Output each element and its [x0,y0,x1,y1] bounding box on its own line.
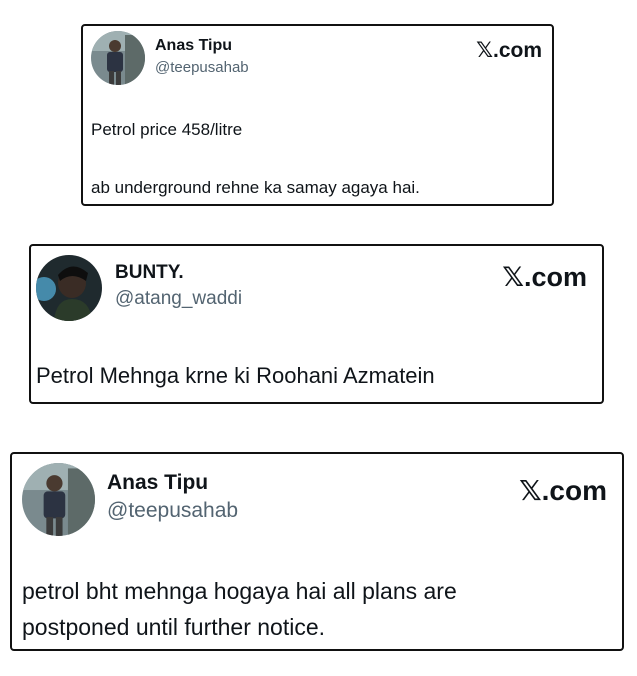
brand-domain: .com [523,262,587,292]
post-text-line-1: Petrol Mehnga krne ki Roohani Azmatein [36,363,435,388]
x-com-logo: 𝕏 .com [519,474,607,507]
avatar[interactable] [22,463,95,536]
x-com-logo: 𝕏 .com [502,262,587,293]
x-logo-icon: 𝕏 [519,474,542,507]
man-standing-photo-icon [91,31,145,85]
x-com-logo: 𝕏 .com [476,38,542,63]
display-name[interactable]: BUNTY. [115,262,184,284]
x-logo-icon: 𝕏 [502,262,524,293]
avatar[interactable] [36,255,102,321]
user-handle[interactable]: @teepusahab [107,499,238,523]
post-text-line-2: ab underground rehne ka samay agaya hai. [91,178,420,197]
display-name[interactable]: Anas Tipu [107,471,208,495]
user-handle[interactable]: @atang_waddi [115,288,242,310]
brand-domain: .com [541,475,607,506]
brand-domain: .com [492,39,542,62]
avatar[interactable] [91,31,145,85]
post-text-line-1: Petrol price 458/litre [91,120,243,139]
dark-portrait-photo-icon [36,255,102,321]
post-text-line-1: petrol bht mehnga hogaya hai all plans a… [22,578,457,604]
post-card-1: Anas Tipu @teepusahab 𝕏 .com Petrol price… [81,24,554,206]
post-text-line-2: postponed until further notice. [22,614,326,640]
x-logo-icon: 𝕏 [476,38,493,62]
display-name[interactable]: Anas Tipu [155,37,232,55]
post-card-3: Anas Tipu @teepusahab 𝕏 .com petrol bht m… [10,452,624,651]
man-standing-photo-icon [22,463,95,536]
user-handle[interactable]: @teepusahab [155,59,249,76]
post-card-2: BUNTY. @atang_waddi 𝕏 .com Petrol Mehnga … [29,244,604,404]
